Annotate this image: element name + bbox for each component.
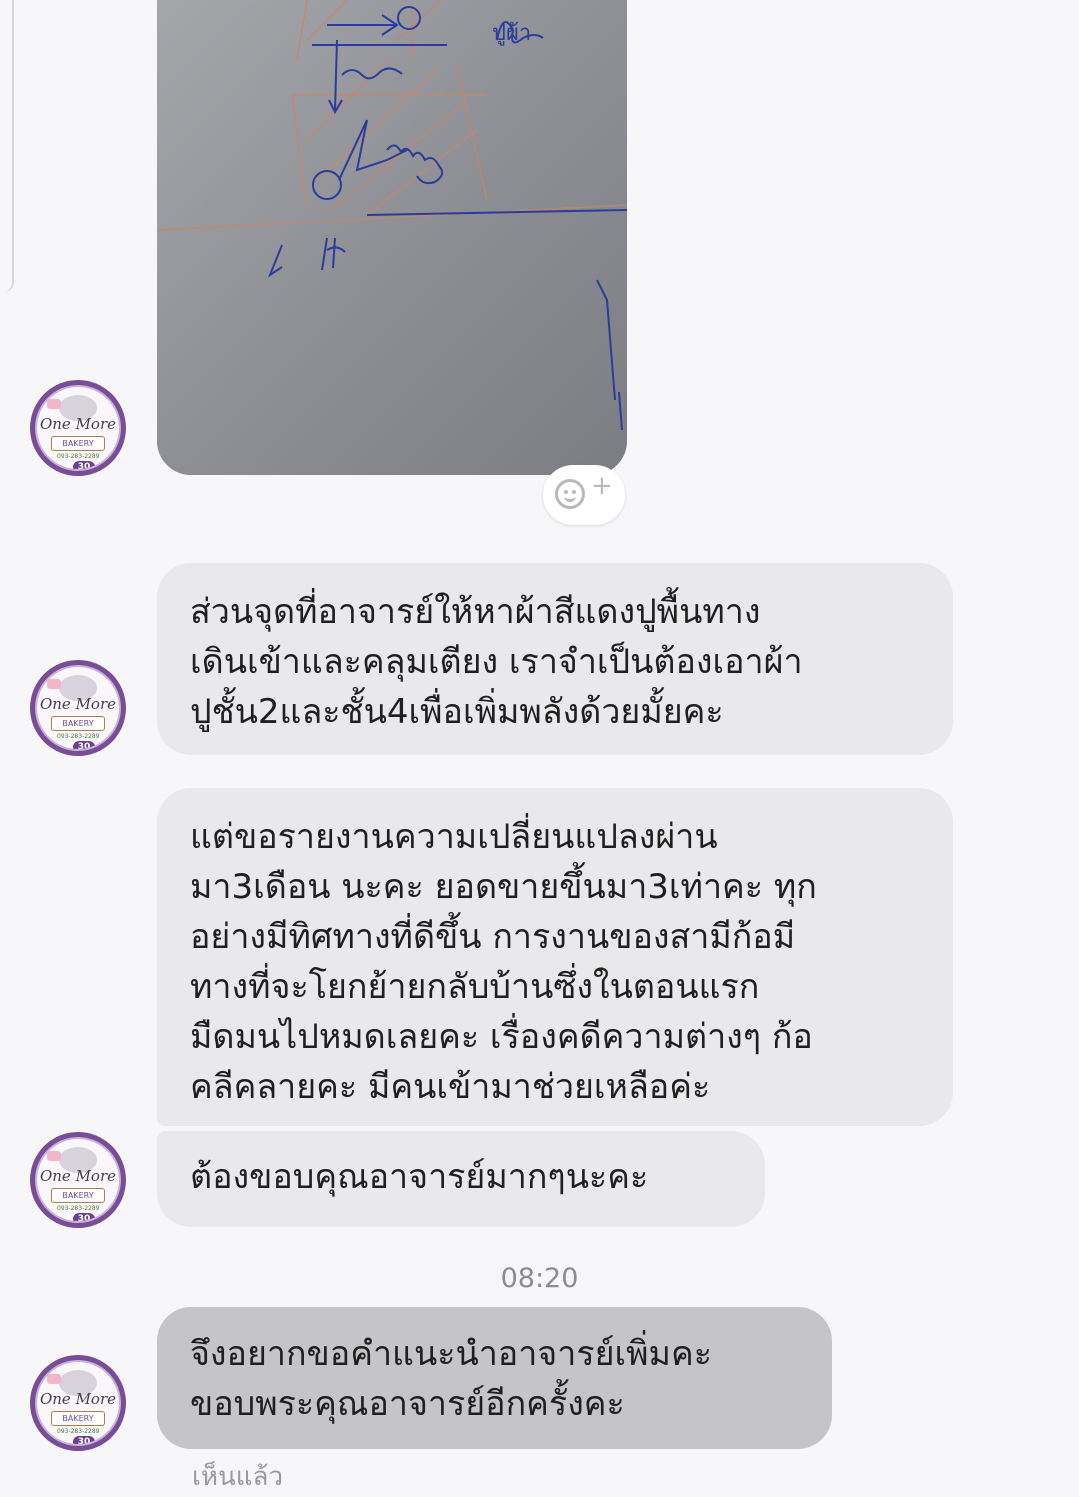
message-line: มืดมนไปหมดเลยคะ เรื่องคดีความต่างๆ ก้อ — [190, 1017, 813, 1057]
logo-brand-sub: BAKERY — [51, 1411, 105, 1426]
logo-brand-sub: BAKERY — [51, 716, 105, 731]
message-line: ทางที่จะโยกย้ายกลับบ้านซึ่งในตอนแรก — [190, 967, 760, 1007]
logo-cupcake-icon — [47, 1374, 61, 1384]
logo-phone: 093-283-2289 — [57, 733, 100, 740]
logo-brand-title: One More — [39, 1167, 117, 1185]
message-bubble[interactable]: แต่ขอรายงานความเปลี่ยนแปลงผ่าน มา3เดือน … — [157, 788, 953, 1126]
message-line: จึงอยากขอคำแนะนำอาจารย์เพิ่มคะ — [190, 1334, 712, 1374]
bakery-logo: One More BAKERY 093-283-2289 30 — [35, 1137, 121, 1223]
bakery-logo: One More BAKERY 093-283-2289 30 — [35, 665, 121, 751]
logo-badge: 30 — [73, 461, 95, 469]
logo-cupcake-icon — [47, 679, 61, 689]
logo-brand-sub: BAKERY — [51, 1188, 105, 1203]
message-line: ปูชั้น2และชั้น4เพื่อเพิ่มพลังด้วยมั้ยคะ — [190, 692, 724, 732]
smiley-add-icon — [555, 479, 585, 509]
logo-badge: 30 — [73, 1436, 95, 1444]
message-line: เดินเข้าและคลุมเตียง เราจำเป็นต้องเอาผ้า — [190, 642, 803, 682]
logo-brand-sub: BAKERY — [51, 436, 105, 451]
sketch-handwriting: ปูผ้า — [492, 21, 531, 46]
message-line: ขอบพระคุณอาจารย์อีกครั้งคะ — [190, 1384, 625, 1424]
message-timestamp: 08:20 — [500, 1263, 579, 1294]
message-bubble[interactable]: ต้องขอบคุณอาจารย์มากๆนะคะ — [157, 1131, 765, 1227]
logo-brand-title: One More — [39, 695, 117, 713]
logo-phone: 093-283-2289 — [57, 453, 100, 460]
sender-avatar[interactable]: One More BAKERY 093-283-2289 30 — [30, 1132, 126, 1228]
add-reaction-button[interactable]: + — [543, 465, 625, 525]
message-bubble-selected[interactable]: จึงอยากขอคำแนะนำอาจารย์เพิ่มคะ ขอบพระคุณ… — [157, 1307, 832, 1449]
logo-phone: 093-283-2289 — [57, 1428, 100, 1435]
message-line: มา3เดือน นะคะ ยอดขายขึ้นมา3เท่าคะ ทุก — [190, 867, 817, 907]
seen-status: เห็นแล้ว — [192, 1462, 284, 1492]
logo-brand-title: One More — [39, 415, 117, 433]
bakery-logo: One More BAKERY 093-283-2289 30 — [35, 1360, 121, 1446]
sender-avatar[interactable]: One More BAKERY 093-283-2289 30 — [30, 660, 126, 756]
sender-avatar[interactable]: One More BAKERY 093-283-2289 30 — [30, 1355, 126, 1451]
whiteboard-sketch-image: ปูผ้า — [157, 0, 627, 475]
message-bubble[interactable]: ส่วนจุดที่อาจารย์ให้หาผ้าสีแดงปูพื้นทาง … — [157, 563, 953, 755]
message-line: ส่วนจุดที่อาจารย์ให้หาผ้าสีแดงปูพื้นทาง — [190, 592, 761, 632]
logo-phone: 093-283-2289 — [57, 1205, 100, 1212]
scrollbar-edge[interactable] — [0, 0, 14, 292]
plus-icon: + — [591, 471, 613, 501]
logo-badge: 30 — [73, 1213, 95, 1221]
logo-cupcake-icon — [47, 1151, 61, 1161]
photo-message[interactable]: ปูผ้า — [157, 0, 627, 475]
message-line: อย่างมีทิศทางที่ดีขึ้น การงานของสามีก้อม… — [190, 917, 796, 957]
message-line: ต้องขอบคุณอาจารย์มากๆนะคะ — [190, 1157, 649, 1197]
message-line: แต่ขอรายงานความเปลี่ยนแปลงผ่าน — [190, 817, 718, 857]
message-line: คลีคลายคะ มีคนเข้ามาช่วยเหลือค่ะ — [190, 1067, 711, 1107]
sender-avatar[interactable]: One More BAKERY 093-283-2289 30 — [30, 380, 126, 476]
logo-cupcake-icon — [47, 399, 61, 409]
logo-brand-title: One More — [39, 1390, 117, 1408]
logo-badge: 30 — [73, 741, 95, 749]
bakery-logo: One More BAKERY 093-283-2289 30 — [35, 385, 121, 471]
